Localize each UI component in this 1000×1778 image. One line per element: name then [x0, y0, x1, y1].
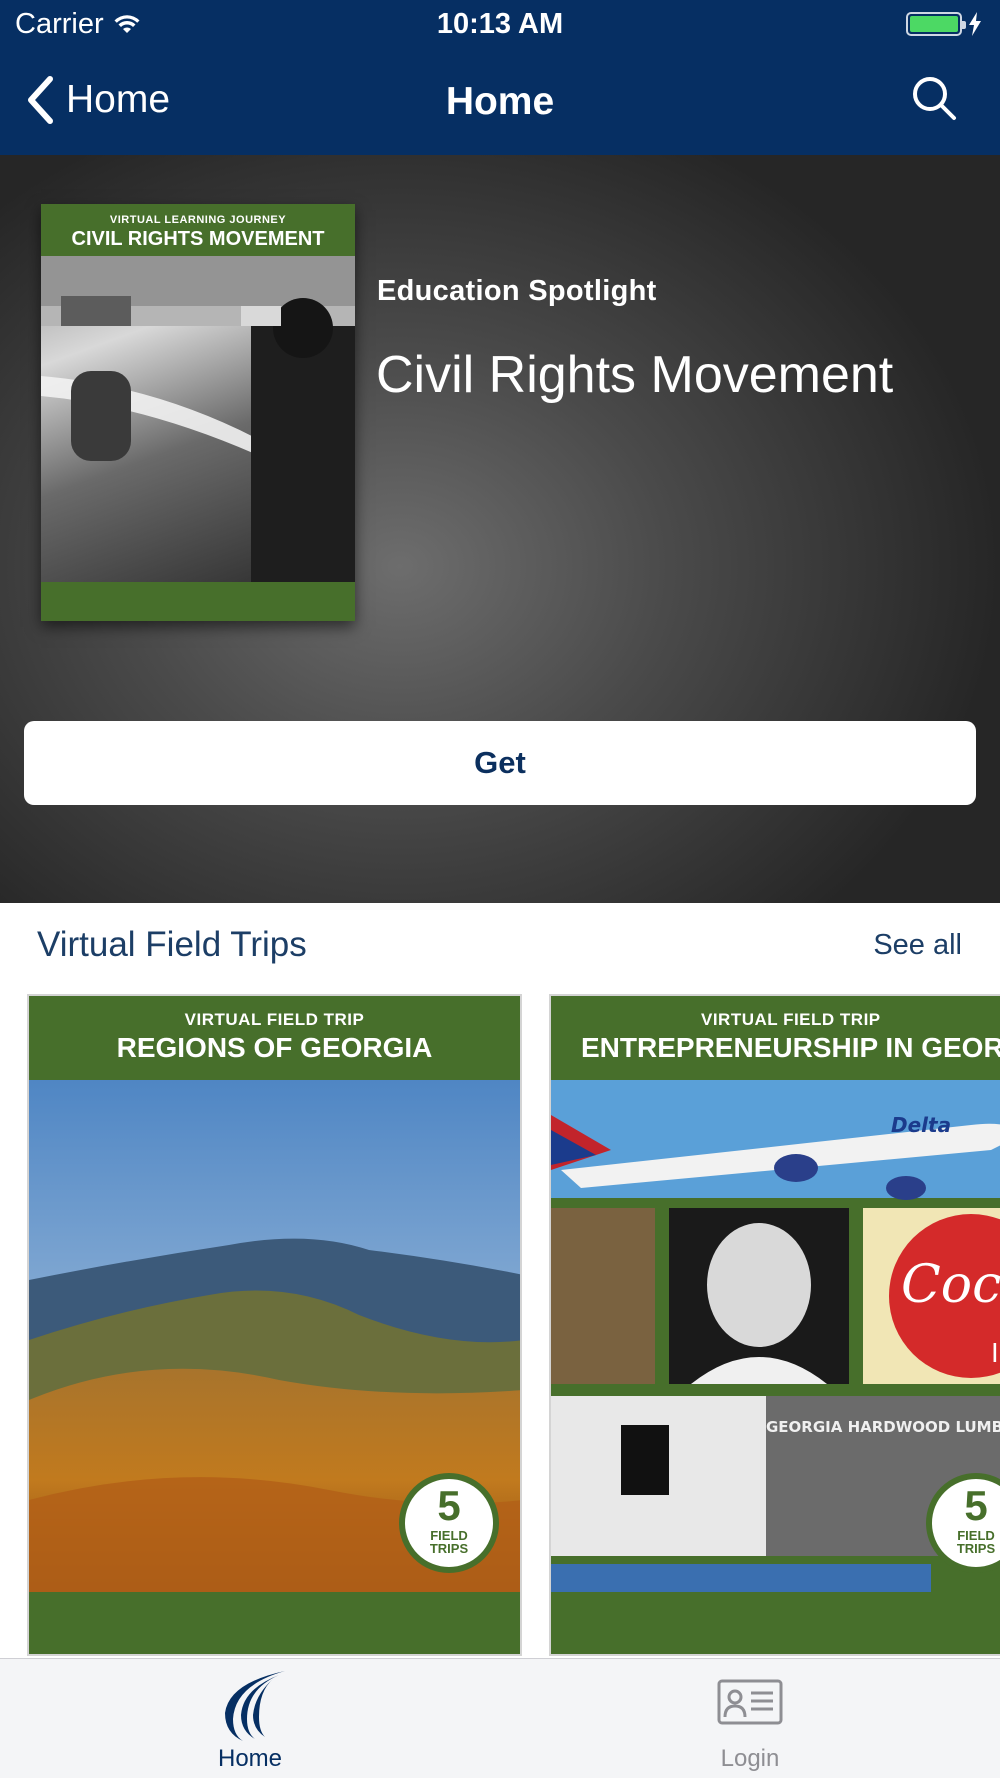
lumber-sign-text: GEORGIA HARDWOOD LUMBER CO.	[766, 1418, 1000, 1436]
cover-photo	[41, 256, 355, 582]
home-logo-icon	[225, 1671, 285, 1741]
search-button[interactable]	[910, 74, 958, 127]
logo-tail-text: ISK	[991, 1339, 1000, 1369]
cover-title: CIVIL RIGHTS MOVEMENT	[71, 228, 325, 250]
status-time: 10:13 AM	[436, 8, 564, 40]
charging-icon	[969, 12, 981, 36]
card-subtitle: VIRTUAL FIELD TRIP	[184, 1010, 365, 1029]
field-trip-card-entrepreneurship[interactable]: VIRTUAL FIELD TRIP ENTREPRENEURSHIP IN G…	[549, 994, 1000, 1656]
badge-label-2: TRIPS	[429, 1541, 469, 1556]
get-button[interactable]: Get	[24, 721, 976, 805]
section-title: Virtual Field Trips	[37, 925, 307, 964]
airline-logo: Delta	[891, 1113, 951, 1137]
card-band: VIRTUAL FIELD TRIP REGIONS OF GEORGIA	[29, 996, 520, 1080]
badge-number: 5	[964, 1482, 988, 1529]
see-all-link[interactable]: See all	[873, 929, 962, 962]
tab-login[interactable]: Login	[650, 1659, 850, 1778]
field-trips-badge: 5 FIELD TRIPS	[399, 1473, 499, 1573]
tab-login-label: Login	[720, 1745, 780, 1772]
tab-bar: Home Login	[0, 1658, 1000, 1778]
id-card-icon	[717, 1679, 783, 1725]
coca-cola-logo: Coca	[901, 1255, 1000, 1315]
battery-icon	[906, 12, 982, 36]
badge-number: 5	[437, 1482, 461, 1529]
tab-home-label: Home	[217, 1745, 283, 1772]
status-bar: Carrier 10:13 AM	[0, 0, 1000, 50]
field-trip-carousel[interactable]: VIRTUAL FIELD TRIP REGIONS OF GEORGIA 5 …	[0, 993, 1000, 1656]
card-title: ENTREPRENEURSHIP IN GEORGIA	[581, 1032, 1000, 1063]
field-trip-card-regions[interactable]: VIRTUAL FIELD TRIP REGIONS OF GEORGIA 5 …	[27, 994, 522, 1656]
page-title: Home	[445, 80, 555, 123]
card-subtitle: VIRTUAL FIELD TRIP	[701, 1010, 881, 1029]
card-title: REGIONS OF GEORGIA	[116, 1032, 433, 1063]
virtual-field-trips-header: Virtual Field Trips See all	[0, 903, 1000, 993]
spotlight-label: Education Spotlight	[377, 275, 657, 307]
top-bar: Carrier 10:13 AM Home Home	[0, 0, 1000, 155]
badge-label-2: TRIPS	[956, 1541, 996, 1556]
education-spotlight: VIRTUAL LEARNING JOURNEY CIVIL RIGHTS MO…	[0, 155, 1000, 903]
cover-band: VIRTUAL LEARNING JOURNEY CIVIL RIGHTS MO…	[41, 204, 355, 256]
spotlight-cover-image[interactable]: VIRTUAL LEARNING JOURNEY CIVIL RIGHTS MO…	[41, 204, 355, 621]
search-icon	[913, 77, 956, 120]
card-band: VIRTUAL FIELD TRIP ENTREPRENEURSHIP IN G…	[551, 996, 1000, 1080]
navigation-bar: Home Home	[0, 50, 1000, 155]
tab-home[interactable]: Home	[150, 1659, 350, 1778]
spotlight-title[interactable]: Civil Rights Movement	[376, 345, 893, 405]
cover-subtitle: VIRTUAL LEARNING JOURNEY	[109, 214, 287, 226]
